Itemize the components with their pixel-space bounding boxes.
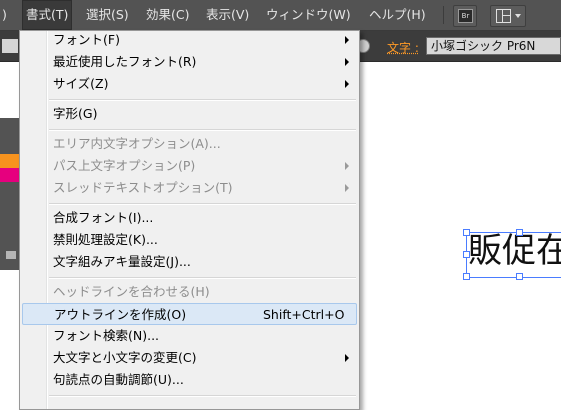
submenu-arrow-icon	[345, 58, 349, 66]
menu-item-size[interactable]: サイズ(Z)	[22, 73, 357, 95]
menubar-divider	[443, 6, 444, 24]
menu-item-label: 字形(G)	[53, 106, 98, 121]
menu-help[interactable]: ヘルプ(H)	[369, 0, 426, 30]
menu-format[interactable]: 書式(T)	[22, 0, 73, 30]
selection-handle[interactable]	[463, 251, 470, 258]
menu-item-glyphs[interactable]: 字形(G)	[22, 103, 357, 125]
format-menu: フォント(F) 最近使用したフォント(R) サイズ(Z) 字形(G) エリア内文…	[19, 30, 360, 410]
selection-handle[interactable]	[463, 229, 470, 236]
menu-item-type-on-path-options: パス上文字オプション(P)	[22, 155, 357, 177]
menu-item-threaded-text-options: スレッドテキストオプション(T)	[22, 177, 357, 199]
menu-item-composite-fonts[interactable]: 合成フォント(I)...	[22, 207, 357, 229]
menu-separator	[49, 395, 356, 397]
swatch-pink[interactable]	[0, 168, 20, 182]
menu-separator	[49, 277, 356, 279]
menu-item-label: サイズ(Z)	[53, 76, 109, 91]
menu-item-label: アウトラインを作成(O)	[54, 307, 187, 322]
menu-item-label: 禁則処理設定(K)...	[53, 232, 158, 247]
menu-select[interactable]: 選択(S)	[86, 0, 129, 30]
menu-item-label: 合成フォント(I)...	[53, 210, 154, 225]
menu-item-find-font[interactable]: フォント検索(N)...	[22, 325, 357, 347]
submenu-arrow-icon	[345, 80, 349, 88]
panel-icon[interactable]	[6, 251, 16, 259]
menu-item-label: ヘッドラインを合わせる(H)	[53, 284, 210, 299]
menu-item-shortcut: Shift+Ctrl+O	[263, 307, 345, 322]
menu-item-recent-fonts[interactable]: 最近使用したフォント(R)	[22, 51, 357, 73]
selection-handle[interactable]	[516, 273, 523, 280]
swatch-orange[interactable]	[0, 154, 20, 168]
menu-item-label: スレッドテキストオプション(T)	[53, 180, 233, 195]
menu-separator	[49, 129, 356, 131]
menu-item-label: エリア内文字オプション(A)...	[53, 136, 221, 151]
left-panel	[0, 118, 20, 270]
menu-item-create-outlines[interactable]: アウトラインを作成(O) Shift+Ctrl+O	[22, 303, 357, 325]
selection-bounding-box	[463, 229, 561, 280]
submenu-arrow-icon	[345, 162, 349, 170]
menu-item-label: 最近使用したフォント(R)	[53, 54, 197, 69]
menu-item-label: パス上文字オプション(P)	[53, 158, 196, 173]
control-panel-field[interactable]	[2, 39, 18, 53]
bridge-icon: Br	[458, 9, 473, 23]
menu-item-label: フォント(F)	[53, 32, 120, 47]
menu-item-fit-headline: ヘッドラインを合わせる(H)	[22, 281, 357, 303]
menu-item-label: 文字組みアキ量設定(J)...	[53, 254, 191, 269]
menu-previous-edge[interactable]: )	[2, 0, 7, 30]
selection-handle[interactable]	[516, 229, 523, 236]
menu-item-label: 句読点の自動調節(U)...	[53, 372, 184, 387]
menu-item-font[interactable]: フォント(F)	[22, 29, 357, 51]
menu-item-label: フォント検索(N)...	[53, 328, 160, 343]
menu-effect[interactable]: 効果(C)	[146, 0, 189, 30]
layout-grid-icon	[496, 9, 511, 23]
arrange-documents-button[interactable]	[490, 5, 526, 27]
menu-item-change-case[interactable]: 大文字と小文字の変更(C)	[22, 347, 357, 369]
selection-handle[interactable]	[463, 273, 470, 280]
menu-window[interactable]: ウィンドウ(W)	[266, 0, 351, 30]
font-label[interactable]: 文字 :	[387, 39, 419, 56]
menu-view[interactable]: 表示(V)	[206, 0, 249, 30]
submenu-arrow-icon	[345, 354, 349, 362]
menu-separator	[49, 99, 356, 101]
submenu-arrow-icon	[345, 36, 349, 44]
menu-item-smart-punctuation[interactable]: 句読点の自動調節(U)...	[22, 369, 357, 391]
chevron-down-icon	[515, 14, 521, 18]
bridge-button[interactable]: Br	[453, 5, 477, 27]
menu-item-mojikumi-settings[interactable]: 文字組みアキ量設定(J)...	[22, 251, 357, 273]
submenu-arrow-icon	[345, 184, 349, 192]
menu-item-label: 大文字と小文字の変更(C)	[53, 350, 197, 365]
menu-item-kinsoku-settings[interactable]: 禁則処理設定(K)...	[22, 229, 357, 251]
menu-separator	[49, 203, 356, 205]
menu-bar: ) 書式(T) 選択(S) 効果(C) 表示(V) ウィンドウ(W) ヘルプ(H…	[0, 0, 561, 31]
menu-item-area-type-options: エリア内文字オプション(A)...	[22, 133, 357, 155]
font-family-field[interactable]: 小塚ゴシック Pr6N	[426, 37, 561, 55]
